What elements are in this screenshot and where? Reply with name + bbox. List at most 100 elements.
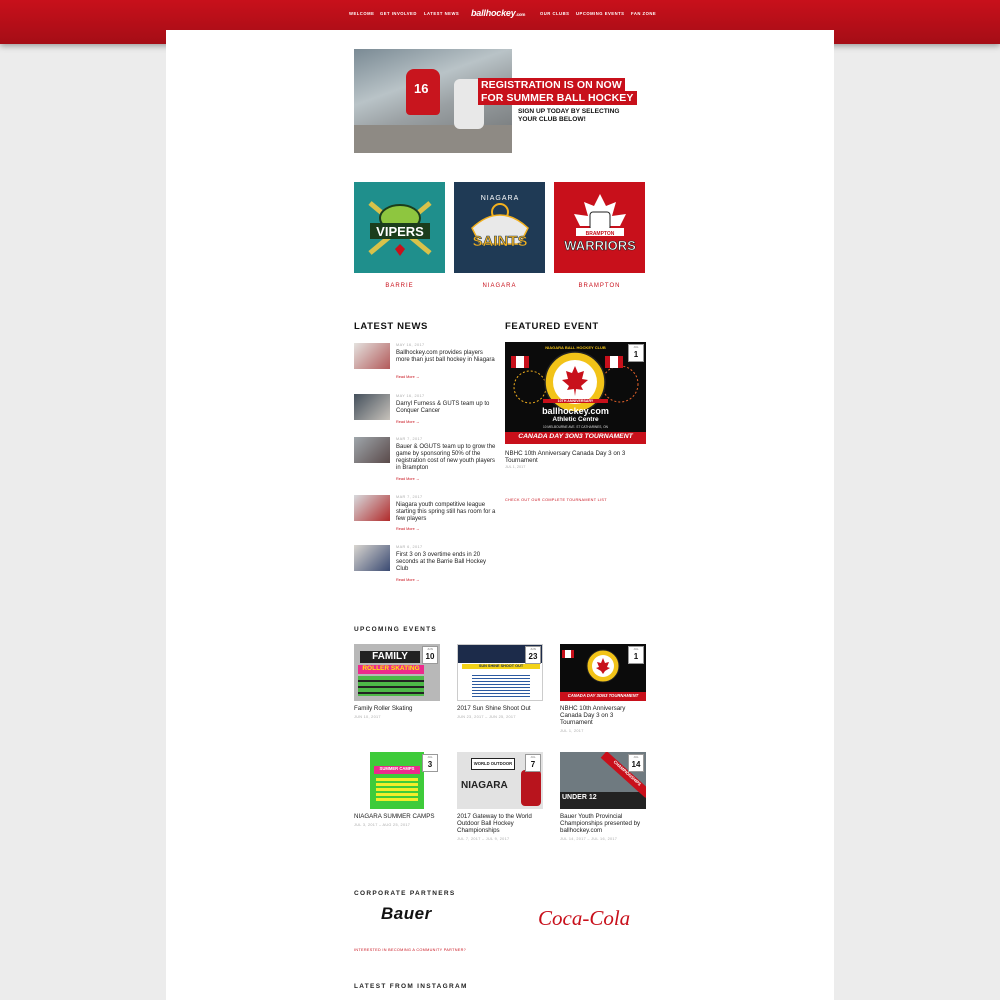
poster-subline: ROLLER SKATING [358,665,424,674]
club-logo-niagara[interactable]: NIAGARA SAINTS [454,182,545,273]
poster-subline: NIAGARA [461,780,508,791]
news-title[interactable]: Darryl Furness & GUTS team up to Conquer… [396,401,496,415]
hero-headline-2: FOR SUMMER BALL HOCKEY [478,91,637,105]
poster-headline: CANADA DAY 3ON3 TOURNAMENT [567,693,639,698]
date-badge: JUL 14 [628,754,644,772]
news-date: MAR 6, 2017 [396,545,423,549]
event-title[interactable]: 2017 Sun Shine Shoot Out [457,705,543,712]
news-date: MAR 7, 2017 [396,437,423,441]
jersey-number: 16 [414,81,429,96]
main-nav: WELCOME GET INVOLVED LATEST NEWS ballhoc… [0,8,1000,23]
read-more-link[interactable]: Read More → [396,527,420,531]
featured-event-heading: FEATURED EVENT [505,321,599,332]
badge-day: 23 [528,652,538,661]
event-date: JUL 1, 2017 [560,729,584,733]
hero-headline-1: REGISTRATION IS ON NOW [478,78,625,92]
news-thumbnail [354,495,390,521]
date-badge: JUL 7 [525,754,541,772]
read-more-link[interactable]: Read More → [396,420,420,424]
news-date: MAR 7, 2017 [396,495,423,499]
poster-headline: WORLD OUTDOOR [471,758,515,770]
latest-news-heading: LATEST NEWS [354,321,428,332]
corporate-partners-heading: CORPORATE PARTNERS [354,890,456,897]
svg-text:WARRIORS: WARRIORS [564,238,636,253]
poster-details [472,673,530,697]
site-logo-suffix: .com [515,12,526,17]
community-partner-link[interactable]: INTERESTED IN BECOMING A COMMUNITY PARTN… [354,948,466,952]
page-content: 16 REGISTRATION IS ON NOW FOR SUMMER BAL… [166,30,834,1000]
event-date: JUN 23, 2017 – JUN 25, 2017 [457,715,516,719]
nav-latest-news[interactable]: LATEST NEWS [424,11,459,16]
badge-day: 14 [631,760,641,769]
featured-event-poster[interactable]: 10TH ANNIVERSARY ballhockey.com Athletic… [505,342,646,444]
news-thumbnail [354,343,390,369]
saints-logo-icon: NIAGARA SAINTS [470,195,529,250]
svg-text:SAINTS: SAINTS [472,233,527,250]
bauer-logo[interactable]: Bauer [381,904,432,924]
read-more-link[interactable]: Read More → [396,375,420,379]
poster-headline: FAMILY [360,651,420,663]
news-title[interactable]: Niagara youth competitive league startin… [396,502,496,523]
badge-day: 7 [530,760,536,769]
nav-get-involved[interactable]: GET INVOLVED [380,11,417,16]
date-badge: JUN 10 [422,646,438,664]
news-title[interactable]: First 3 on 3 overtime ends in 20 seconds… [396,552,496,573]
date-badge: JUL 1 [628,344,644,362]
featured-event-date: JUL 1, 2017 [505,465,526,469]
club-logo-brampton[interactable]: BRAMPTON WARRIORS [554,182,645,273]
poster-player [521,770,541,806]
coca-cola-logo[interactable]: Coca-Cola [538,906,630,931]
club-logo-barrie[interactable]: VIPERS [354,182,445,273]
news-date: MAY 16, 2017 [396,394,425,398]
tournament-list-link[interactable]: CHECK OUT OUR COMPLETE TOURNAMENT LIST [505,498,607,502]
club-link-brampton[interactable]: BRAMPTON [554,283,645,289]
news-title[interactable]: Bauer & OGUTS team up to grow the game b… [396,444,496,472]
rink-floor [354,125,512,153]
club-link-barrie[interactable]: BARRIE [354,283,445,289]
poster-headline: SUMMER CAMPS [374,766,420,774]
date-badge: JUN 23 [525,646,541,664]
badge-day: 1 [633,350,639,359]
date-badge: JUL 3 [422,754,438,772]
badge-day: 10 [425,652,435,661]
instagram-heading: LATEST FROM INSTAGRAM [354,983,468,990]
site-logo[interactable]: ballhockey.com [471,8,525,18]
event-date: JUL 14, 2017 – JUL 16, 2017 [560,837,618,841]
event-title[interactable]: NIAGARA SUMMER CAMPS [354,813,440,820]
news-thumbnail [354,437,390,463]
nav-fan-zone[interactable]: FAN ZONE [631,11,656,16]
date-badge: JUL 1 [628,646,644,664]
nav-upcoming-events[interactable]: UPCOMING EVENTS [576,11,624,16]
news-thumbnail [354,545,390,571]
club-link-niagara[interactable]: NIAGARA [454,283,545,289]
site-logo-text: ballhockey [471,8,516,18]
poster-brand: ballhockey.com [542,406,609,416]
featured-event-title[interactable]: NBHC 10th Anniversary Canada Day 3 on 3 … [505,450,646,464]
hero-banner[interactable]: 16 REGISTRATION IS ON NOW FOR SUMMER BAL… [354,49,646,153]
poster-schedule [358,676,424,696]
svg-text:BRAMPTON: BRAMPTON [585,231,614,237]
poster-banner: CANADA DAY 3ON3 TOURNAMENT [518,433,633,440]
event-title[interactable]: Family Roller Skating [354,705,440,712]
badge-day: 1 [633,652,639,661]
nav-our-clubs[interactable]: OUR CLUBS [540,11,569,16]
badge-day: 3 [427,760,433,769]
nav-welcome[interactable]: WELCOME [349,11,374,16]
event-title[interactable]: 2017 Gateway to the World Outdoor Ball H… [457,813,543,834]
poster-anniversary: 10TH ANNIVERSARY [543,399,608,403]
vipers-logo-icon: VIPERS [367,200,432,256]
svg-text:VIPERS: VIPERS [376,224,424,239]
event-title[interactable]: Bauer Youth Provincial Championships pre… [560,813,646,834]
poster-headline: UNDER 12 [562,794,597,801]
read-more-link[interactable]: Read More → [396,477,420,481]
poster-details [376,778,418,802]
poster-headline: SUN SHINE SHOOT OUT [462,664,540,669]
event-title[interactable]: NBHC 10th Anniversary Canada Day 3 on 3 … [560,705,646,726]
news-title[interactable]: Ballhockey.com provides players more tha… [396,350,496,364]
news-thumbnail [354,394,390,420]
svg-text:NIAGARA: NIAGARA [480,195,519,202]
poster-address: 10 MELBOURNE AVE. ST CATHARINES, ON [542,425,608,429]
warriors-logo-icon: BRAMPTON WARRIORS [563,193,636,253]
news-date: MAY 16, 2017 [396,343,425,347]
read-more-link[interactable]: Read More → [396,578,420,582]
